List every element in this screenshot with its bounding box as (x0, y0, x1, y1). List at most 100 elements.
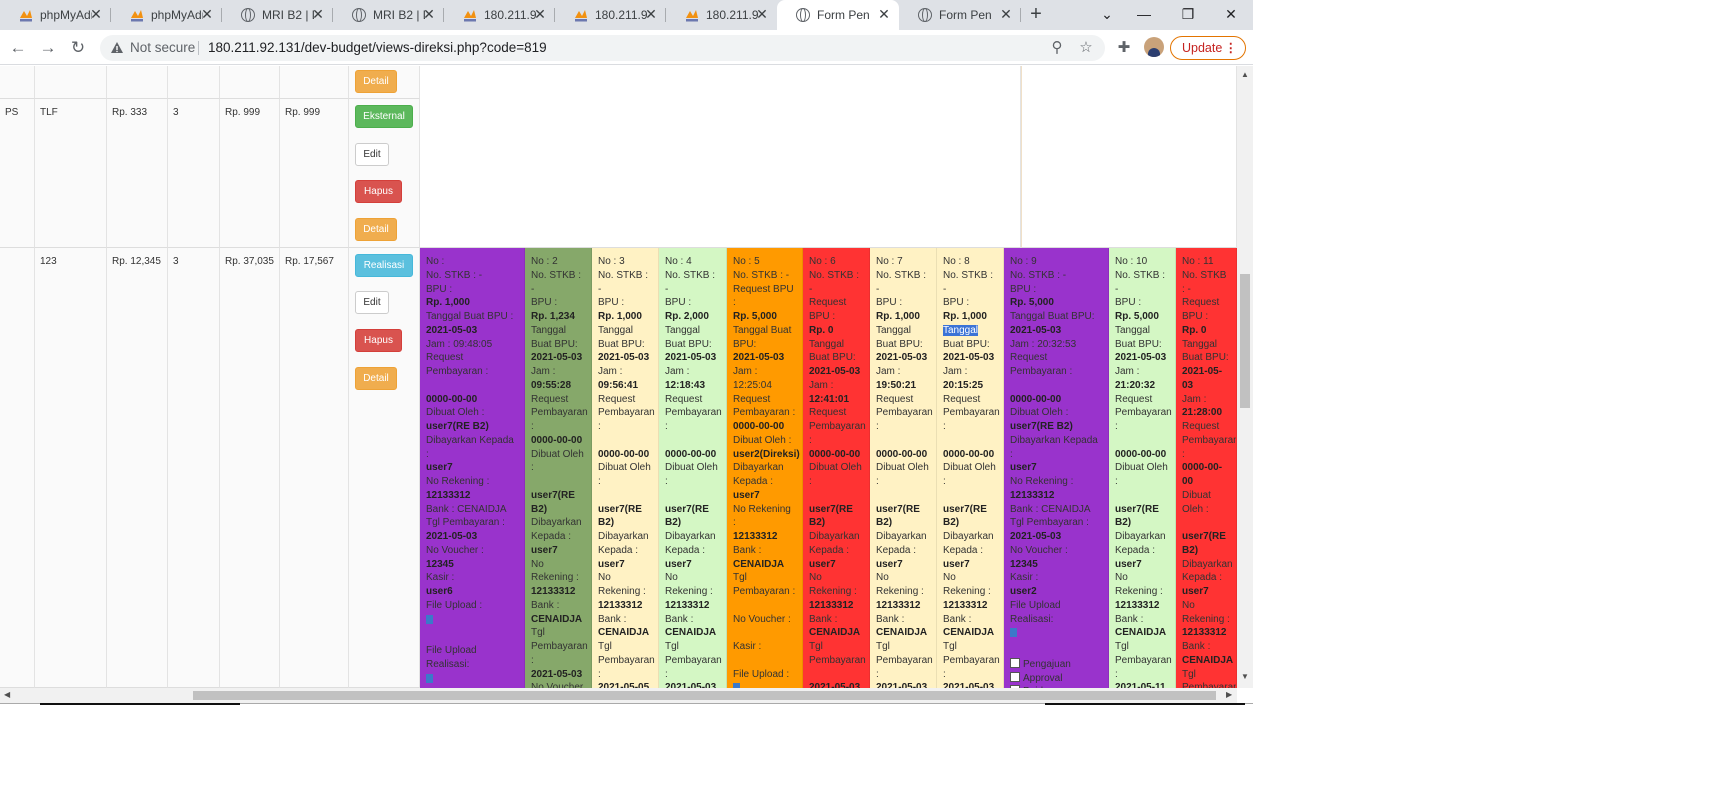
reload-button[interactable]: ↻ (68, 38, 88, 58)
maximize-button[interactable]: ❐ (1176, 4, 1200, 24)
field-value: 2021-05-03 (733, 352, 785, 364)
close-tab-icon[interactable]: ✕ (422, 7, 436, 21)
file-icon[interactable] (1010, 628, 1017, 638)
horizontal-scrollbar[interactable]: ◀ ▶ (0, 688, 1237, 703)
close-window-button[interactable]: ✕ (1219, 4, 1243, 24)
realisasi-button[interactable]: Realisasi (355, 254, 413, 277)
scroll-left-arrow-icon[interactable]: ◀ (4, 690, 10, 699)
field-label: Dibayarkan Kepada : (598, 531, 649, 556)
scroll-right-arrow-icon[interactable]: ▶ (1226, 690, 1232, 699)
extensions-icon[interactable]: ✚ (1114, 38, 1134, 58)
field-label: No. STKB : - (665, 269, 716, 295)
hapus-button[interactable]: Hapus (355, 180, 402, 203)
close-tab-icon[interactable]: ✕ (533, 7, 547, 21)
tab[interactable]: 180.211.92.131✕ (555, 0, 666, 30)
field-label: Dibayarkan Kepada : (665, 531, 716, 556)
close-tab-icon[interactable]: ✕ (200, 7, 214, 21)
tab-title: phpMyAdmin (40, 8, 92, 22)
field-label (665, 434, 720, 448)
edit-button[interactable]: Edit (355, 143, 389, 166)
close-tab-icon[interactable]: ✕ (644, 7, 658, 21)
field-value: user2(Direksi) (733, 448, 800, 460)
more-menu-icon[interactable]: ⋮ (1225, 37, 1238, 59)
bookmark-star-icon[interactable]: ☆ (1076, 38, 1096, 58)
detail-button[interactable]: Detail (355, 70, 397, 93)
forward-button[interactable]: → (38, 38, 58, 58)
tab[interactable]: phpMyAdmin✕ (111, 0, 222, 30)
tab[interactable]: Form Pengajuan ✕ (777, 0, 899, 30)
close-tab-icon[interactable]: ✕ (755, 7, 769, 21)
address-bar[interactable]: Not secure 180.211.92.131/dev-budget/vie… (100, 35, 1105, 61)
status-checkbox[interactable]: Approval (1010, 672, 1102, 686)
minimize-button[interactable]: — (1132, 4, 1156, 24)
field-value: CENAIDJA (1115, 627, 1167, 639)
field-value: Rp. 5,000 (1010, 297, 1054, 309)
scroll-up-arrow-icon[interactable]: ▲ (1241, 70, 1249, 79)
field-value: 19:50:21 (876, 379, 917, 391)
field-value: 2021-05-03 (809, 366, 861, 377)
back-button[interactable]: ← (8, 38, 28, 58)
table-cell (168, 66, 220, 99)
new-tab-button[interactable]: + (1026, 4, 1046, 24)
edit-button[interactable]: Edit (355, 291, 389, 314)
field-value: user6 (426, 586, 453, 597)
detail-button[interactable]: Detail (355, 218, 397, 241)
field-label: : (665, 668, 668, 680)
field-value: 09:55:28 (531, 379, 572, 391)
update-button[interactable]: Update ⋮ (1170, 36, 1246, 60)
field-label (426, 630, 518, 644)
hapus-button[interactable]: Hapus (355, 329, 402, 352)
field-value: 09:56:41 (598, 379, 639, 391)
tab[interactable]: 180.211.92.131✕ (444, 0, 555, 30)
field-label: Request Pembayaran (531, 393, 588, 419)
field-label (733, 626, 796, 640)
url-text[interactable]: 180.211.92.131/dev-budget/views-direksi.… (208, 35, 547, 61)
field-label: No. STKB : - (531, 269, 582, 295)
file-row (426, 672, 518, 689)
field-label: Request Pembayaran : (665, 393, 722, 433)
field-label: Bank : (1115, 613, 1144, 625)
field-label: Tanggal Buat BPU: (733, 324, 792, 350)
field-label: Request Pembayaran : (426, 352, 489, 377)
tab[interactable]: 180.211.92.131✕ (666, 0, 777, 30)
field-label (809, 668, 863, 682)
phpmyadmin-icon (573, 7, 589, 23)
tab-search-icon[interactable]: ⌄ (1095, 4, 1119, 24)
not-secure-label[interactable]: Not secure (130, 35, 195, 61)
close-tab-icon[interactable]: ✕ (877, 7, 891, 21)
page-content: Detail PS TLF Rp. 333 3 Rp. 999 Rp. 999 … (0, 66, 1237, 688)
vertical-scrollbar[interactable]: ▲ ▼ (1237, 66, 1253, 688)
field-label: Tanggal Buat BPU: (876, 324, 923, 350)
field-label: No Voucher : (1010, 544, 1068, 556)
field-value: user7 (876, 558, 903, 570)
field-label: Dibuat Oleh : (665, 462, 718, 487)
file-icon[interactable] (426, 673, 433, 683)
scroll-down-arrow-icon[interactable]: ▼ (1241, 672, 1249, 681)
tab[interactable]: MRI B2 | Dashboard✕ (333, 0, 444, 30)
close-tab-icon[interactable]: ✕ (89, 7, 103, 21)
horizontal-scroll-thumb[interactable] (193, 691, 1216, 700)
field-label: No : 8 (943, 256, 970, 267)
vertical-scroll-thumb[interactable] (1240, 274, 1250, 408)
field-label: BPU : (665, 297, 692, 309)
table-cell: Rp. 17,567 (280, 248, 349, 688)
field-label (876, 489, 930, 503)
table-cell: PS (0, 99, 35, 248)
close-tab-icon[interactable]: ✕ (999, 7, 1013, 21)
eksternal-button[interactable]: Eksternal (355, 105, 413, 128)
field-value: 0000-00-00 (943, 448, 995, 460)
status-checkbox[interactable]: Pengajuan (1010, 658, 1102, 672)
zoom-icon[interactable]: ⚲ (1047, 38, 1067, 58)
detail-button[interactable]: Detail (355, 367, 397, 390)
field-value: 0000-00-00 (733, 421, 785, 432)
close-tab-icon[interactable]: ✕ (311, 7, 325, 21)
tab[interactable]: MRI B2 | Dashboard✕ (222, 0, 333, 30)
transaction-card: No : No. STKB : - BPU : Rp. 1,000 Tanggal B… (420, 248, 525, 688)
field-label (665, 489, 720, 503)
field-value: CENAIDJA (1182, 654, 1234, 666)
field-label: Bank : (665, 613, 694, 625)
profile-avatar[interactable] (1144, 37, 1164, 57)
tab[interactable]: phpMyAdmin✕ (0, 0, 111, 30)
file-icon[interactable] (426, 614, 433, 624)
tab[interactable]: Form Pengajuan ✕ (899, 0, 1021, 30)
